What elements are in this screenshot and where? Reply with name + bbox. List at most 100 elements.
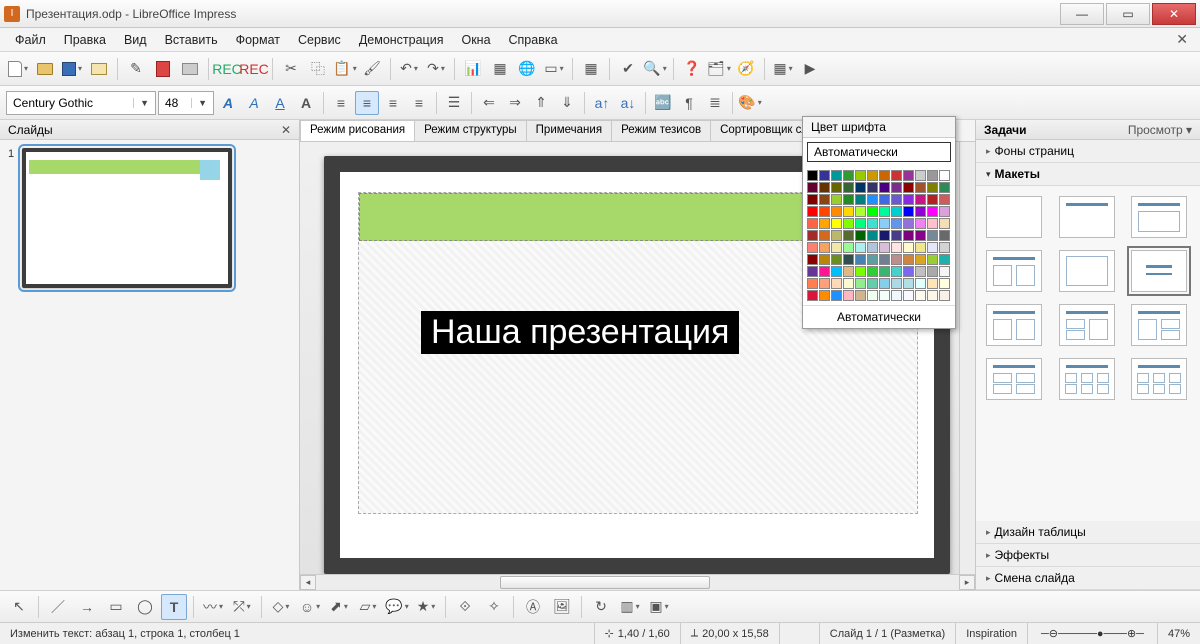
- cut-button[interactable]: ✂: [279, 57, 303, 81]
- color-swatch[interactable]: [843, 266, 854, 277]
- connector-tool[interactable]: ⤱: [229, 594, 255, 620]
- color-swatch[interactable]: [819, 266, 830, 277]
- color-swatch[interactable]: [927, 290, 938, 301]
- tab-outline[interactable]: Режим структуры: [414, 120, 527, 141]
- shadow-button[interactable]: A: [294, 91, 318, 115]
- color-swatch[interactable]: [927, 230, 938, 241]
- color-swatch[interactable]: [843, 206, 854, 217]
- color-swatch[interactable]: [939, 290, 950, 301]
- color-swatch[interactable]: [831, 182, 842, 193]
- color-swatch[interactable]: [807, 266, 818, 277]
- color-swatch[interactable]: [927, 242, 938, 253]
- save-button[interactable]: [60, 57, 84, 81]
- color-swatch[interactable]: [867, 278, 878, 289]
- color-swatch[interactable]: [939, 254, 950, 265]
- move-down-button[interactable]: ⇓: [555, 91, 579, 115]
- color-swatch[interactable]: [843, 230, 854, 241]
- color-swatch[interactable]: [879, 290, 890, 301]
- layout-six-a[interactable]: [1059, 358, 1115, 400]
- color-swatch[interactable]: [903, 170, 914, 181]
- paste-button[interactable]: 📋: [333, 57, 357, 81]
- curve-tool[interactable]: 〰: [200, 594, 226, 620]
- window-close-button[interactable]: ✕: [1152, 3, 1196, 25]
- stop-macro-button[interactable]: REC: [242, 57, 266, 81]
- color-swatch[interactable]: [831, 218, 842, 229]
- menu-slideshow[interactable]: Демонстрация: [350, 30, 453, 50]
- layout-two-content[interactable]: [986, 250, 1042, 292]
- scroll-right-button[interactable]: ▸: [959, 575, 975, 590]
- color-swatch[interactable]: [903, 290, 914, 301]
- color-swatch[interactable]: [927, 182, 938, 193]
- document-close-button[interactable]: ✕: [1170, 31, 1194, 48]
- color-swatch[interactable]: [939, 218, 950, 229]
- grid-button[interactable]: ▦: [771, 57, 795, 81]
- color-swatch[interactable]: [855, 290, 866, 301]
- color-swatch[interactable]: [903, 206, 914, 217]
- color-swatch[interactable]: [939, 206, 950, 217]
- color-swatch[interactable]: [891, 218, 902, 229]
- align-center-button[interactable]: ≡: [355, 91, 379, 115]
- color-swatch[interactable]: [927, 254, 938, 265]
- color-swatch[interactable]: [927, 170, 938, 181]
- menu-view[interactable]: Вид: [115, 30, 156, 50]
- slide-thumbnail[interactable]: 1: [8, 148, 291, 288]
- section-transition[interactable]: ▸Смена слайда: [976, 567, 1200, 590]
- color-swatch[interactable]: [903, 266, 914, 277]
- layout-four[interactable]: [986, 358, 1042, 400]
- font-name-combo[interactable]: Century Gothic▼: [6, 91, 156, 115]
- color-swatch[interactable]: [819, 290, 830, 301]
- color-swatch[interactable]: [867, 218, 878, 229]
- color-swatch[interactable]: [807, 290, 818, 301]
- layout-centered-text[interactable]: [1131, 250, 1187, 292]
- align-justify-button[interactable]: ≡: [407, 91, 431, 115]
- window-minimize-button[interactable]: ―: [1060, 3, 1104, 25]
- slides-panel-close-button[interactable]: ✕: [281, 123, 291, 137]
- color-swatch[interactable]: [891, 266, 902, 277]
- zoom-button[interactable]: 🔍: [643, 57, 667, 81]
- align-right-button[interactable]: ≡: [381, 91, 405, 115]
- character-button[interactable]: 🔤: [651, 91, 675, 115]
- color-swatch[interactable]: [879, 170, 890, 181]
- color-swatch[interactable]: [855, 242, 866, 253]
- layout-blank[interactable]: [986, 196, 1042, 238]
- color-swatch[interactable]: [915, 242, 926, 253]
- paragraph-button[interactable]: ¶: [677, 91, 701, 115]
- italic-button[interactable]: A: [242, 91, 266, 115]
- callouts-tool[interactable]: 💬: [384, 594, 410, 620]
- tab-notes[interactable]: Примечания: [526, 120, 612, 141]
- zoom-slider[interactable]: ─⊖─────●───⊕─: [1028, 623, 1158, 644]
- color-swatch[interactable]: [903, 230, 914, 241]
- color-swatch[interactable]: [819, 218, 830, 229]
- color-swatch[interactable]: [819, 194, 830, 205]
- color-swatch[interactable]: [843, 242, 854, 253]
- color-swatch[interactable]: [915, 182, 926, 193]
- layout-two-content-b[interactable]: [986, 304, 1042, 346]
- color-swatch[interactable]: [879, 206, 890, 217]
- color-swatch[interactable]: [879, 194, 890, 205]
- color-swatch[interactable]: [855, 266, 866, 277]
- decrease-font-button[interactable]: a↓: [616, 91, 640, 115]
- color-swatch[interactable]: [831, 278, 842, 289]
- tab-drawing[interactable]: Режим рисования: [300, 120, 415, 141]
- color-swatch[interactable]: [879, 182, 890, 193]
- color-swatch[interactable]: [915, 206, 926, 217]
- color-swatch[interactable]: [831, 194, 842, 205]
- section-layouts[interactable]: ▾Макеты: [976, 163, 1200, 186]
- color-swatch[interactable]: [867, 206, 878, 217]
- color-swatch[interactable]: [879, 278, 890, 289]
- color-swatch[interactable]: [891, 182, 902, 193]
- color-swatch[interactable]: [891, 254, 902, 265]
- color-swatch[interactable]: [819, 242, 830, 253]
- color-swatch[interactable]: [915, 230, 926, 241]
- color-swatch[interactable]: [939, 170, 950, 181]
- color-swatch[interactable]: [831, 290, 842, 301]
- color-swatch[interactable]: [819, 230, 830, 241]
- promote-button[interactable]: ⇐: [477, 91, 501, 115]
- color-swatch[interactable]: [855, 170, 866, 181]
- color-swatch[interactable]: [807, 206, 818, 217]
- color-swatch[interactable]: [855, 182, 866, 193]
- record-macro-button[interactable]: REC: [215, 57, 239, 81]
- color-auto-option[interactable]: Автоматически: [807, 142, 951, 162]
- color-swatch[interactable]: [891, 194, 902, 205]
- color-swatch[interactable]: [867, 290, 878, 301]
